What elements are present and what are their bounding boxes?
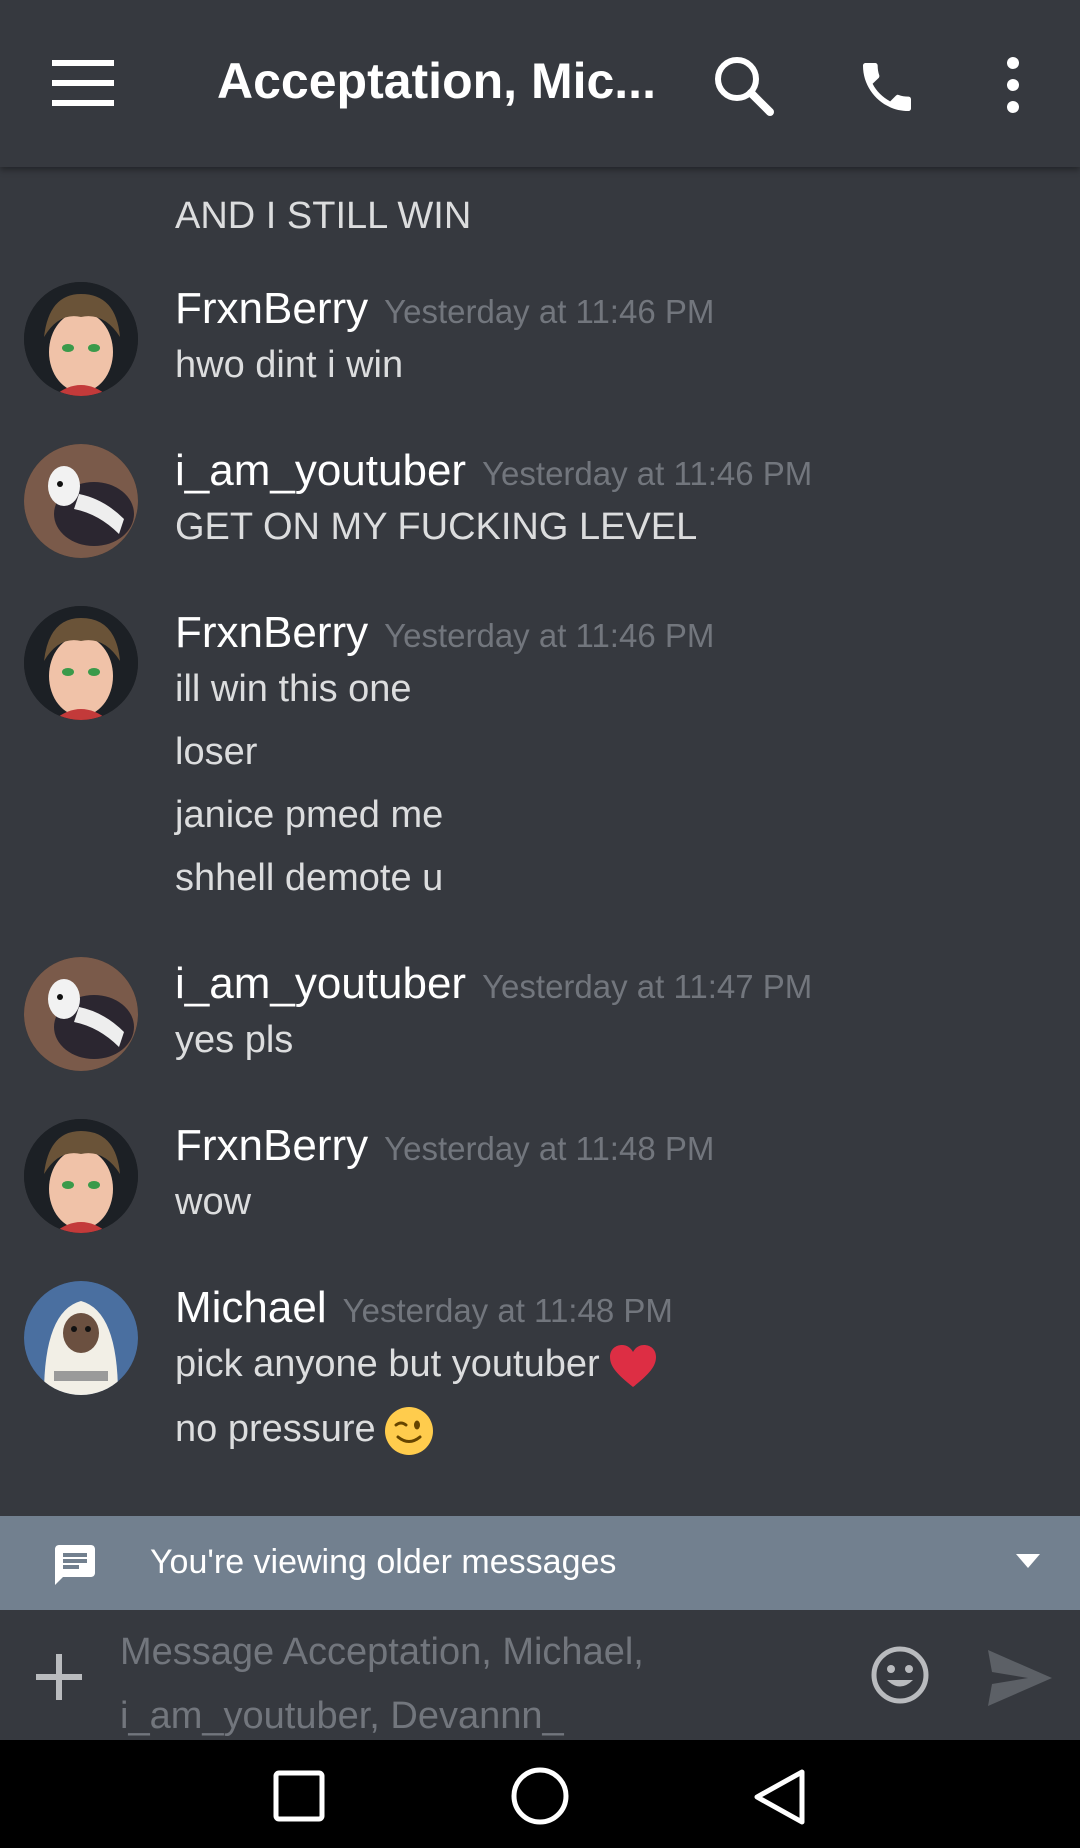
more-vert-icon[interactable] — [994, 55, 1032, 115]
input-placeholder-line: Message Acceptation, Michael, — [120, 1631, 644, 1673]
anime-boy-avatar[interactable] — [24, 282, 138, 396]
message-text[interactable]: ill win this one — [175, 668, 412, 711]
timestamp: Yesterday at 11:46 PM — [384, 293, 715, 330]
home-icon[interactable] — [510, 1766, 570, 1826]
timestamp: Yesterday at 11:47 PM — [482, 968, 813, 1005]
heart-emoji — [609, 1345, 656, 1387]
message-line[interactable]: pick anyone but youtuber — [175, 1343, 658, 1389]
message-header: FrxnBerry Yesterday at 11:48 PM — [175, 1121, 714, 1171]
plus-icon[interactable] — [36, 1654, 82, 1700]
channel-title[interactable]: Acceptation, Mic... — [217, 52, 656, 110]
message-text: pick anyone but youtuber — [175, 1343, 600, 1386]
timestamp: Yesterday at 11:46 PM — [384, 617, 715, 654]
username[interactable]: FrxnBerry — [175, 1121, 368, 1170]
timestamp: Yesterday at 11:48 PM — [342, 1292, 673, 1329]
search-icon[interactable] — [712, 54, 776, 118]
input-placeholder-line: i_am_youtuber, Devannn_ — [120, 1695, 564, 1737]
message-text[interactable]: GET ON MY FUCKING LEVEL — [175, 506, 697, 549]
username[interactable]: Michael — [175, 1283, 327, 1332]
username[interactable]: i_am_youtuber — [175, 959, 466, 1008]
message-header: FrxnBerry Yesterday at 11:46 PM — [175, 284, 714, 334]
message-header: i_am_youtuber Yesterday at 11:47 PM — [175, 959, 812, 1009]
back-icon[interactable] — [752, 1768, 806, 1826]
message-text[interactable]: loser — [175, 731, 257, 774]
anime-boy-avatar[interactable] — [24, 1119, 138, 1233]
message-header: Michael Yesterday at 11:48 PM — [175, 1283, 673, 1333]
username[interactable]: FrxnBerry — [175, 284, 368, 333]
message-header: i_am_youtuber Yesterday at 11:46 PM — [175, 446, 812, 496]
older-messages-label: You're viewing older messages — [150, 1543, 617, 1581]
chat-icon — [55, 1545, 95, 1585]
message-line[interactable]: no pressure — [175, 1406, 434, 1456]
phone-icon[interactable] — [855, 55, 919, 119]
username[interactable]: i_am_youtuber — [175, 446, 466, 495]
send-icon[interactable] — [988, 1650, 1052, 1706]
top-app-bar: Acceptation, Mic... — [0, 0, 1080, 167]
message-text[interactable]: shhell demote u — [175, 857, 443, 900]
caret-down-icon[interactable] — [1016, 1554, 1040, 1574]
menu-icon[interactable] — [52, 58, 114, 108]
goat-avatar[interactable] — [24, 444, 138, 558]
username[interactable]: FrxnBerry — [175, 608, 368, 657]
message-text: AND I STILL WIN — [175, 195, 472, 237]
message-composer: Message Acceptation, Michael, i_am_youtu… — [0, 1610, 1080, 1740]
message-text[interactable]: wow — [175, 1181, 251, 1224]
anime-boy-avatar[interactable] — [24, 606, 138, 720]
goat-avatar[interactable] — [24, 957, 138, 1071]
older-messages-bar[interactable]: You're viewing older messages — [0, 1516, 1080, 1610]
timestamp: Yesterday at 11:48 PM — [384, 1130, 715, 1167]
et-avatar[interactable] — [24, 1281, 138, 1395]
message-list[interactable]: AND I STILL WIN FrxnBerry Yesterday at 11… — [0, 167, 1080, 1515]
message-text[interactable]: janice pmed me — [175, 794, 443, 837]
message-text[interactable]: hwo dint i win — [175, 344, 403, 387]
message-text[interactable]: yes pls — [175, 1019, 293, 1062]
system-nav-bar — [0, 1740, 1080, 1848]
recent-apps-icon[interactable] — [273, 1770, 325, 1822]
timestamp: Yesterday at 11:46 PM — [482, 455, 813, 492]
emoji-picker-icon[interactable] — [870, 1645, 930, 1705]
message-header: FrxnBerry Yesterday at 11:46 PM — [175, 608, 714, 658]
message-text: no pressure — [175, 1408, 376, 1451]
wink-emoji — [384, 1407, 433, 1455]
message-input[interactable]: Message Acceptation, Michael, i_am_youtu… — [120, 1620, 840, 1737]
